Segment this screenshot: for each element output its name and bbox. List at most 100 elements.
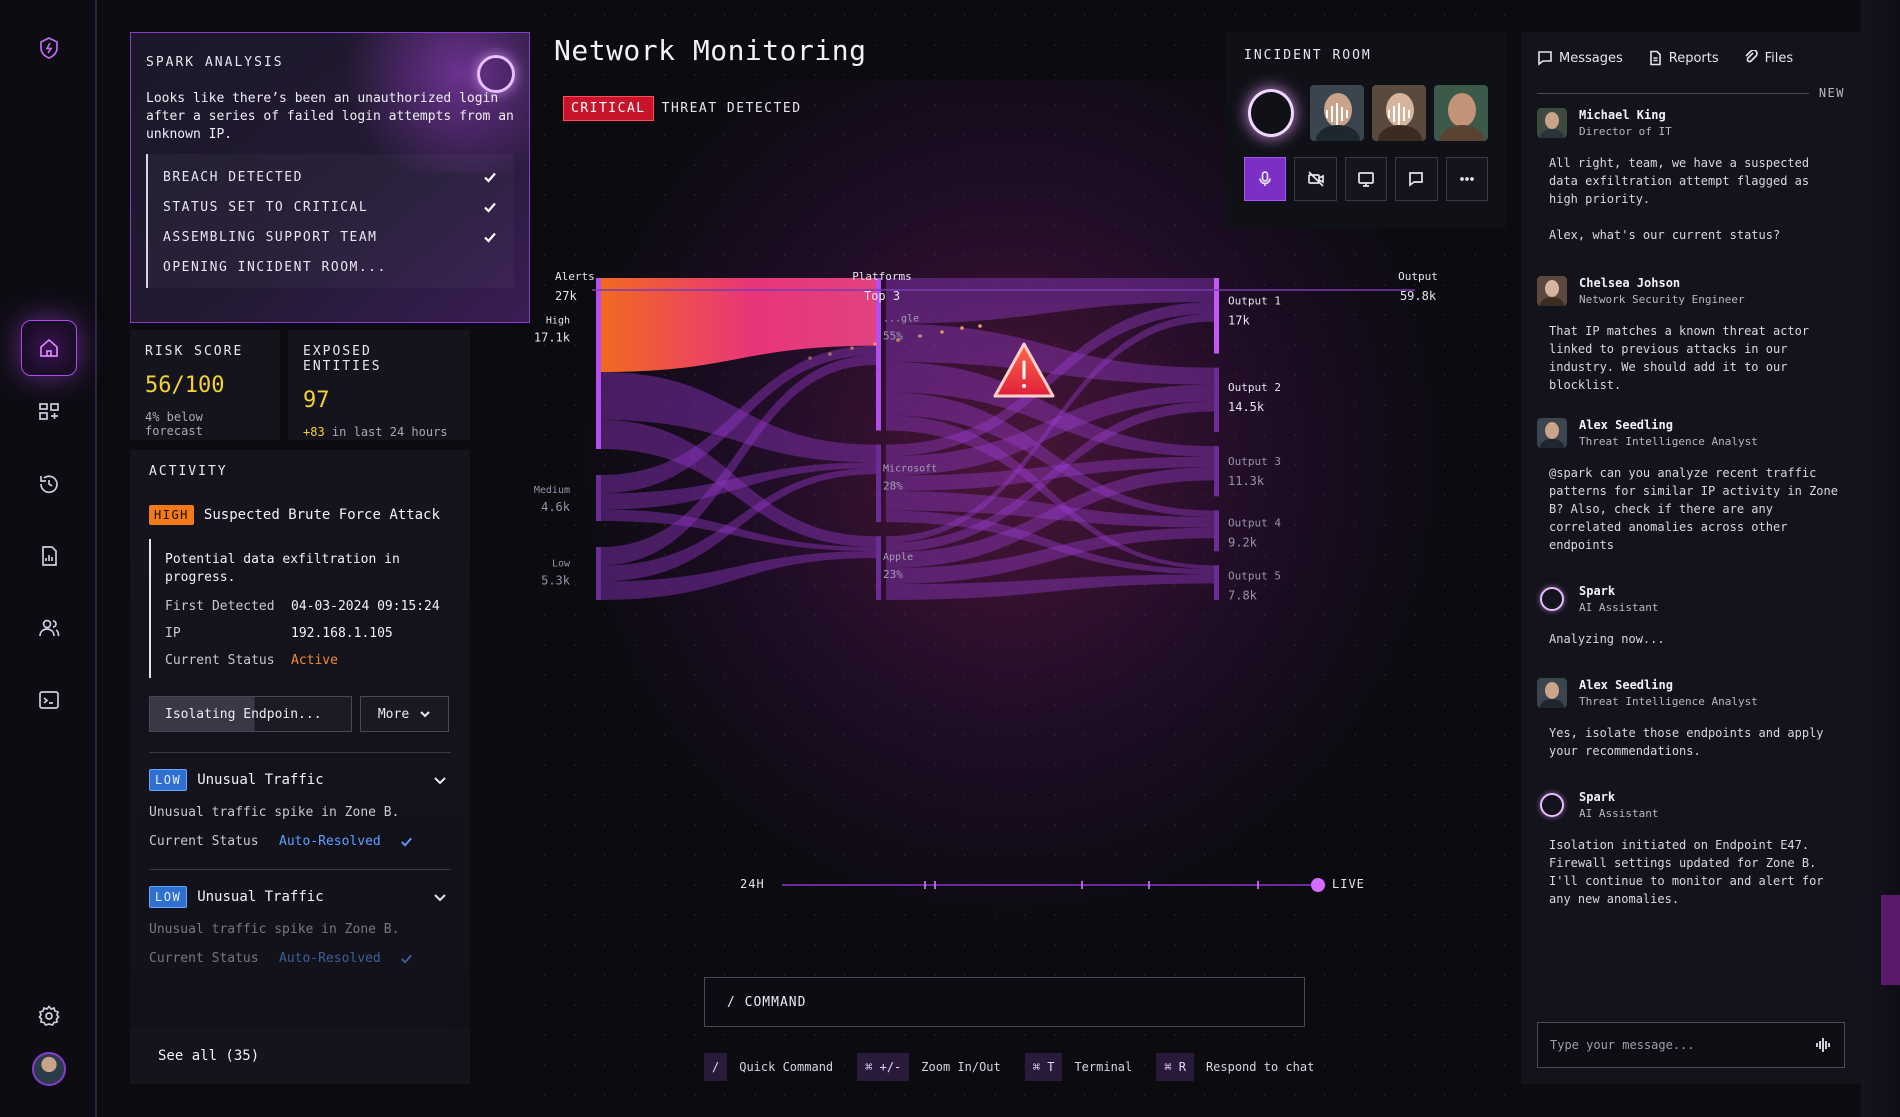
voice-waveform-icon[interactable] [1814,1036,1832,1054]
sankey-node-source[interactable] [596,547,601,600]
check-icon [400,837,412,847]
spark-analysis-text: Looks like there’s been an unauthorized … [146,91,514,142]
shortcut-quick-command[interactable]: / Quick Command [704,1053,833,1081]
sankey-output-label: Output 3 [1228,455,1281,468]
timeline-handle[interactable] [1311,878,1325,892]
low-alert-item[interactable]: LOW Unusual Traffic Unusual traffic spike… [149,753,451,849]
sankey-output-label: Output 1 [1228,295,1281,308]
nav-rail [0,0,97,1117]
see-all-link[interactable]: See all (35) [130,1028,470,1084]
timeline-scrubber[interactable]: 24H LIVE [740,875,1364,895]
header-value: 59.8k [1400,289,1437,303]
sankey-output-value: 11.3k [1228,474,1265,488]
microphone-icon [1259,171,1272,186]
sankey-platform-label: Microsoft [883,464,937,475]
spark-steps-list: BREACH DETECTED STATUS SET TO CRITICAL A… [146,154,514,288]
speaking-waveform-icon [1388,103,1411,125]
command-input[interactable]: / COMMAND [704,977,1305,1027]
chat-button[interactable] [1395,157,1438,201]
document-icon [1649,50,1661,66]
profile-avatar[interactable] [21,1041,77,1097]
sankey-node-output[interactable] [1214,446,1219,497]
chat-message: Spark AI Assistant Analyzing now... [1537,584,1845,648]
header-label: Platforms [852,270,912,283]
sankey-platform-value: 55% [883,330,903,343]
isolate-endpoint-button[interactable]: Isolating Endpoin... [149,696,352,732]
tab-files[interactable]: Files [1743,50,1793,66]
tab-messages[interactable]: Messages [1537,50,1623,66]
avatar [1537,418,1567,448]
shortcut-respond[interactable]: ⌘ R Respond to chat [1156,1053,1314,1081]
exposed-entities-sub: +83 in last 24 hours [303,425,448,439]
header-value: 27k [555,289,577,303]
chat-message: Alex Seedling Threat Intelligence Analyst… [1537,678,1845,760]
detail-row: IP 192.168.1.105 [165,626,393,641]
sankey-node-source[interactable] [596,475,601,521]
shortcut-zoom[interactable]: ⌘ +/- Zoom In/Out [857,1053,1001,1081]
check-icon [484,172,496,183]
chevron-down-icon[interactable] [433,773,447,787]
reports-icon[interactable] [21,528,77,584]
spark-step: ASSEMBLING SUPPORT TEAM [163,222,514,252]
screen-share-button[interactable] [1344,157,1388,201]
sankey-node-output[interactable] [1214,565,1219,600]
spark-step: STATUS SET TO CRITICAL [163,192,514,222]
avatar [1537,678,1567,708]
check-icon [400,954,412,964]
message-input[interactable]: Type your message... [1537,1022,1845,1068]
users-icon[interactable] [21,600,77,656]
participant-avatar[interactable] [1310,85,1365,141]
exposed-entities-value: 97 [303,388,330,413]
sankey-node-output[interactable] [1214,367,1219,433]
low-badge: LOW [149,769,188,791]
detail-row: Current Status Active [165,653,338,668]
offscreen-bar [1881,895,1900,985]
chat-bubble-icon [1538,51,1552,66]
terminal-icon[interactable] [21,672,77,728]
participant-avatar[interactable] [1434,85,1488,141]
ellipsis-icon [1459,177,1474,181]
offscreen-panel-edge [1861,0,1900,1117]
microphone-button[interactable] [1244,157,1287,201]
chat-message: Alex Seedling Threat Intelligence Analyst… [1537,418,1845,554]
paperclip-icon [1745,50,1758,63]
history-icon[interactable] [21,456,77,512]
more-options-button[interactable] [1445,157,1489,201]
sankey-node-output[interactable] [1214,510,1219,552]
camera-off-button[interactable] [1294,157,1337,201]
timeline-track[interactable] [740,875,1360,895]
chevron-down-icon [420,711,430,718]
exposed-entities-label: EXPOSED ENTITIES [303,344,382,374]
dashboard-icon[interactable] [21,384,77,440]
sankey-node-platform[interactable] [876,444,881,523]
high-alert-detail: Potential data exfiltration in progress.… [149,539,451,678]
home-icon[interactable] [21,320,77,376]
high-alert-title: Suspected Brute Force Attack [203,507,440,523]
shortcut-terminal[interactable]: ⌘ T Terminal [1024,1053,1132,1081]
activity-panel: ACTIVITY HIGH Suspected Brute Force Atta… [130,450,470,1084]
chat-message: Michael King Director of IT All right, te… [1537,108,1845,244]
low-alert-status: Current Status Auto-Resolved [149,951,451,966]
more-button[interactable]: More [360,696,449,732]
low-alert-desc: Unusual traffic spike in Zone B. [149,805,400,820]
exposed-entities-card: EXPOSED ENTITIES 97 +83 in last 24 hours [288,330,470,440]
shield-logo-icon[interactable] [21,20,77,76]
avatar [1537,276,1567,306]
high-alert-desc: Potential data exfiltration in progress. [165,552,400,585]
chevron-down-icon[interactable] [433,890,447,904]
settings-gear-icon[interactable] [21,988,77,1044]
spark-orb-icon [477,55,515,93]
low-alert-item[interactable]: LOW Unusual Traffic Unusual traffic spike… [149,870,451,966]
sankey-output-value: 14.5k [1228,400,1265,414]
tab-reports[interactable]: Reports [1647,50,1719,66]
participant-avatar[interactable] [1372,85,1427,141]
spark-step: BREACH DETECTED [163,162,514,192]
high-alert-header[interactable]: HIGH Suspected Brute Force Attack [149,505,451,525]
sankey-node-platform[interactable] [876,536,881,600]
timeline-live-label: LIVE [1332,877,1365,891]
chat-panel: Messages Reports Files NEW Michael King D… [1521,32,1861,1084]
speaking-waveform-icon [1326,103,1349,125]
detail-row: First Detected 04-03-2024 09:15:24 [165,599,440,614]
incident-room-title: INCIDENT ROOM [1244,48,1372,63]
sankey-node-source[interactable] [596,278,601,449]
